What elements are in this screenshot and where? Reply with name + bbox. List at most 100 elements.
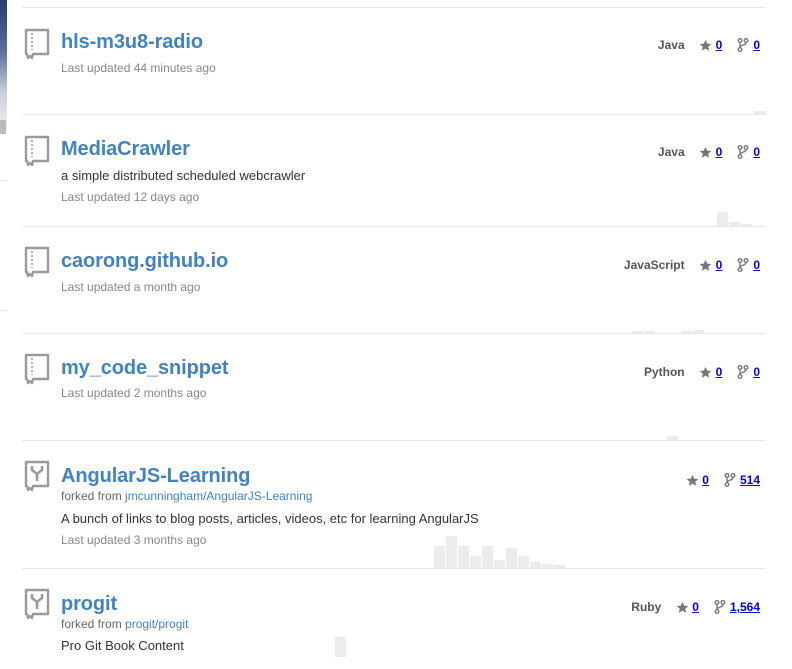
forked-from-label: forked from bbox=[61, 489, 122, 503]
last-updated: Last updated 44 minutes ago bbox=[61, 61, 216, 75]
participation-graph bbox=[667, 436, 678, 440]
window-edge-divider bbox=[0, 180, 7, 181]
star-icon bbox=[699, 258, 713, 272]
graph-bar bbox=[693, 330, 704, 333]
fork-icon bbox=[736, 145, 750, 159]
graph-bar bbox=[717, 212, 728, 226]
star-count: 0 bbox=[715, 365, 723, 379]
last-updated: Last updated a month ago bbox=[61, 280, 201, 294]
fork-count: 514 bbox=[739, 473, 760, 487]
graph-bar bbox=[554, 565, 565, 568]
graph-bar bbox=[754, 111, 766, 114]
participation-graph bbox=[754, 111, 766, 114]
repo-name-link[interactable]: caorong.github.io bbox=[61, 250, 228, 273]
forked-from-link[interactable]: jmcunningham/AngularJS-Learning bbox=[125, 489, 312, 503]
fork-count: 1,564 bbox=[729, 600, 760, 614]
stargazers-link[interactable]: 0 bbox=[699, 145, 723, 159]
repo-description: a simple distributed scheduled webcrawle… bbox=[61, 168, 306, 183]
repo-icon bbox=[24, 353, 50, 385]
fork-icon bbox=[723, 473, 737, 487]
graph-bar bbox=[681, 331, 692, 333]
forked-from: forked from jmcunningham/AngularJS-Learn… bbox=[61, 489, 312, 503]
repo-stats: Java 0 0 bbox=[644, 38, 760, 52]
repo-name-link[interactable]: hls-m3u8-radio bbox=[61, 31, 203, 54]
repo-name-link[interactable]: MediaCrawler bbox=[61, 138, 190, 161]
repo-item: my_code_snippet Last updated 2 months ag… bbox=[22, 334, 766, 441]
forks-link[interactable]: 1,564 bbox=[713, 600, 760, 614]
graph-bar bbox=[470, 556, 481, 568]
forks-link[interactable]: 0 bbox=[736, 365, 760, 379]
repo-icon bbox=[24, 135, 50, 167]
graph-bar bbox=[446, 536, 457, 568]
repo-description: Pro Git Book Content bbox=[61, 638, 184, 653]
graph-bar bbox=[518, 556, 529, 568]
graph-bar bbox=[729, 222, 740, 226]
fork-icon bbox=[736, 258, 750, 272]
graph-bar bbox=[494, 560, 505, 568]
graph-bar bbox=[506, 548, 517, 568]
graph-bar bbox=[644, 331, 655, 333]
star-icon bbox=[699, 365, 713, 379]
fork-repo-icon bbox=[24, 460, 50, 492]
repo-item: caorong.github.io Last updated a month a… bbox=[22, 227, 766, 334]
graph-bar bbox=[741, 224, 752, 226]
repo-stats: Java 0 0 bbox=[644, 145, 760, 159]
repo-item: progit forked from progit/progit Pro Git… bbox=[22, 569, 766, 669]
participation-graph bbox=[335, 637, 346, 657]
graph-bar bbox=[667, 436, 678, 440]
star-count: 0 bbox=[715, 258, 723, 272]
participation-graph bbox=[717, 212, 752, 226]
graph-bar bbox=[530, 562, 541, 568]
forks-link[interactable]: 0 bbox=[736, 38, 760, 52]
stargazers-link[interactable]: 0 bbox=[675, 600, 699, 614]
star-icon bbox=[699, 145, 713, 159]
graph-bar bbox=[482, 546, 493, 568]
fork-count: 0 bbox=[753, 258, 760, 272]
stargazers-link[interactable]: 0 bbox=[699, 258, 723, 272]
last-updated: Last updated 12 days ago bbox=[61, 190, 200, 204]
language-label: Java bbox=[657, 145, 685, 159]
fork-icon bbox=[713, 600, 727, 614]
repo-name-link[interactable]: progit bbox=[61, 593, 117, 616]
repo-name-link[interactable]: my_code_snippet bbox=[61, 357, 229, 380]
forks-link[interactable]: 514 bbox=[723, 473, 760, 487]
forks-link[interactable]: 0 bbox=[736, 258, 760, 272]
fork-icon bbox=[736, 38, 750, 52]
window-edge-divider bbox=[0, 310, 7, 311]
fork-count: 0 bbox=[753, 365, 760, 379]
language-label: Ruby bbox=[631, 600, 662, 614]
window-edge-marker bbox=[0, 120, 6, 134]
fork-count: 0 bbox=[753, 38, 760, 52]
forked-from-label: forked from bbox=[61, 617, 122, 631]
star-count: 0 bbox=[715, 38, 723, 52]
fork-icon bbox=[736, 365, 750, 379]
repo-stats: Ruby 0 1,564 bbox=[617, 600, 760, 614]
forks-link[interactable]: 0 bbox=[736, 145, 760, 159]
participation-graph bbox=[434, 536, 565, 568]
participation-graph bbox=[632, 330, 704, 333]
star-icon bbox=[685, 473, 699, 487]
stargazers-link[interactable]: 0 bbox=[699, 365, 723, 379]
repo-item: AngularJS-Learning forked from jmcunning… bbox=[22, 441, 766, 569]
language-label: Java bbox=[657, 38, 685, 52]
stargazers-link[interactable]: 0 bbox=[685, 473, 709, 487]
repo-icon bbox=[24, 246, 50, 278]
repo-icon bbox=[24, 28, 50, 60]
graph-bar bbox=[434, 546, 445, 568]
star-count: 0 bbox=[692, 600, 699, 614]
star-count: 0 bbox=[715, 145, 723, 159]
star-count: 0 bbox=[702, 473, 709, 487]
repo-stats: JavaScript 0 0 bbox=[610, 258, 760, 272]
star-icon bbox=[675, 600, 689, 614]
forked-from-link[interactable]: progit/progit bbox=[125, 617, 188, 631]
repo-item: hls-m3u8-radio Last updated 44 minutes a… bbox=[22, 8, 766, 115]
repo-name-link[interactable]: AngularJS-Learning bbox=[61, 465, 250, 488]
graph-bar bbox=[335, 637, 346, 657]
repository-list: hls-m3u8-radio Last updated 44 minutes a… bbox=[22, 0, 766, 657]
repo-stats: 0 514 bbox=[671, 473, 760, 487]
repo-stats: Python 0 0 bbox=[630, 365, 760, 379]
fork-repo-icon bbox=[24, 588, 50, 620]
stargazers-link[interactable]: 0 bbox=[699, 38, 723, 52]
forked-from: forked from progit/progit bbox=[61, 617, 188, 631]
language-label: JavaScript bbox=[623, 258, 685, 272]
